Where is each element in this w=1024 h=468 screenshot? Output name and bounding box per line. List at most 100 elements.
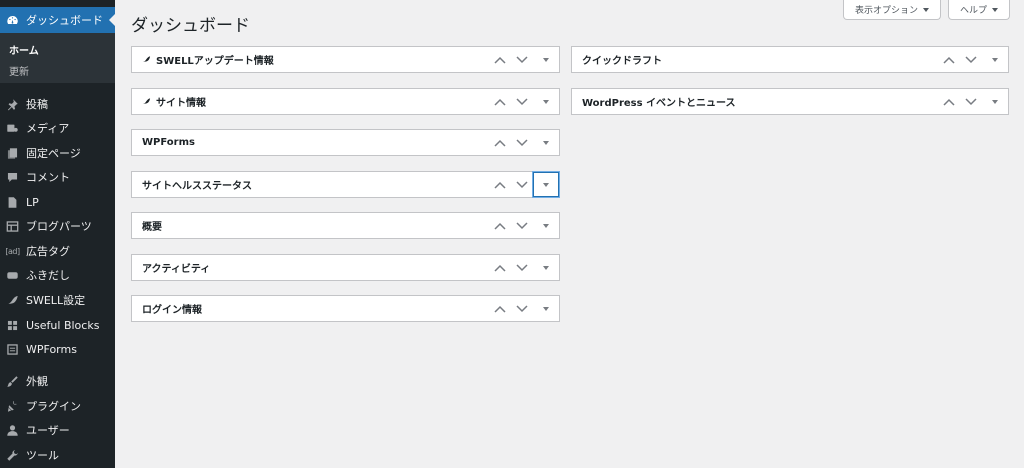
move-up-icon[interactable] <box>938 89 960 114</box>
menu-swell-settings[interactable]: SWELL設定 <box>0 289 115 311</box>
menu-tools-label: ツール <box>26 449 59 462</box>
menu-users-label: ユーザー <box>26 424 70 437</box>
menu-pages[interactable]: 固定ページ <box>0 142 115 164</box>
move-up-icon[interactable] <box>938 47 960 72</box>
toggle-panel-button[interactable] <box>533 296 559 321</box>
move-up-icon[interactable] <box>489 213 511 238</box>
menu-lp[interactable]: LP <box>0 191 115 213</box>
table-icon <box>6 220 19 233</box>
widget-controls <box>489 213 559 238</box>
move-down-icon[interactable] <box>960 89 982 114</box>
help-label: ヘルプ <box>959 6 987 16</box>
caret-down-icon <box>992 7 998 12</box>
toggle-panel-button[interactable] <box>533 255 559 280</box>
screen-options-label: 表示オプション <box>854 6 918 16</box>
widget-overview: 概要 <box>131 212 560 239</box>
brush-icon <box>6 375 19 388</box>
triangle-down-icon <box>992 57 998 62</box>
menu-useful-blocks[interactable]: Useful Blocks <box>0 314 115 336</box>
move-up-icon[interactable] <box>489 130 511 155</box>
menu-ad-tag-label: 広告タグ <box>26 245 70 258</box>
speech-icon <box>6 269 19 282</box>
move-down-icon[interactable] <box>511 296 533 321</box>
menu-useful-blocks-label: Useful Blocks <box>26 318 100 332</box>
menu-blog-parts-label: ブログパーツ <box>26 220 92 233</box>
widget-title: アクティビティ <box>142 264 211 275</box>
comment-icon <box>6 171 19 184</box>
submenu-update[interactable]: 更新 <box>9 63 29 78</box>
menu-pages-label: 固定ページ <box>26 147 81 160</box>
menu-dashboard-label: ダッシュボード <box>26 14 103 27</box>
move-down-icon[interactable] <box>511 172 533 197</box>
widget-title: サイトヘルスステータス <box>142 181 252 192</box>
menu-ad-tag[interactable]: [ad] 広告タグ <box>0 240 115 262</box>
plugin-icon <box>6 400 19 413</box>
move-down-icon[interactable] <box>511 47 533 72</box>
menu-wpforms-label: WPForms <box>26 342 77 356</box>
widget-title: WPForms <box>142 137 195 148</box>
widget-controls <box>489 130 559 155</box>
move-up-icon[interactable] <box>489 47 511 72</box>
menu-appearance-label: 外観 <box>26 375 48 388</box>
triangle-down-icon <box>543 99 549 104</box>
submenu-home[interactable]: ホーム <box>9 42 39 57</box>
move-up-icon[interactable] <box>489 172 511 197</box>
help-button[interactable]: ヘルプ <box>948 0 1010 20</box>
move-up-icon[interactable] <box>489 255 511 280</box>
menu-media-label: メディア <box>26 122 70 135</box>
widget-activity: アクティビティ <box>131 254 560 281</box>
toggle-panel-button[interactable] <box>533 130 559 155</box>
toggle-panel-button[interactable] <box>533 213 559 238</box>
widget-title: サイト情報 <box>142 94 206 109</box>
menu-comments[interactable]: コメント <box>0 166 115 188</box>
widget-quick-draft: クイックドラフト <box>571 46 1009 73</box>
move-down-icon[interactable] <box>511 255 533 280</box>
widget-controls <box>489 47 559 72</box>
move-down-icon[interactable] <box>960 47 982 72</box>
document-icon <box>6 196 19 209</box>
menu-dashboard[interactable]: ダッシュボード <box>0 7 115 33</box>
screen-options-button[interactable]: 表示オプション <box>843 0 941 20</box>
swell-icon <box>142 56 151 62</box>
media-icon <box>6 122 19 135</box>
blocks-icon <box>6 319 19 332</box>
menu-users[interactable]: ユーザー <box>0 419 115 441</box>
widget-site-health: サイトヘルスステータス <box>131 171 560 198</box>
widget-title: WordPress イベントとニュース <box>582 98 736 109</box>
widget-controls <box>938 89 1008 114</box>
menu-lp-label: LP <box>26 195 39 209</box>
triangle-down-icon <box>543 140 549 145</box>
triangle-down-icon <box>543 223 549 228</box>
move-down-icon[interactable] <box>511 213 533 238</box>
widget-controls <box>489 172 559 197</box>
menu-media[interactable]: メディア <box>0 117 115 139</box>
toggle-panel-button[interactable] <box>533 172 559 197</box>
widget-site-info: サイト情報 <box>131 88 560 115</box>
move-down-icon[interactable] <box>511 89 533 114</box>
menu-plugins-label: プラグイン <box>26 400 81 413</box>
move-up-icon[interactable] <box>489 89 511 114</box>
widget-title: クイックドラフト <box>582 56 662 67</box>
menu-tools[interactable]: ツール <box>0 444 115 466</box>
widget-swell-update: SWELLアップデート情報 <box>131 46 560 73</box>
toggle-panel-button[interactable] <box>982 89 1008 114</box>
menu-swell-settings-label: SWELL設定 <box>26 294 86 307</box>
admin-sidebar: ダッシュボード ホーム 更新 投稿 メディア 固定ページ コメント LP ブログ… <box>0 0 115 468</box>
move-up-icon[interactable] <box>489 296 511 321</box>
toggle-panel-button[interactable] <box>533 47 559 72</box>
menu-speech-bubble[interactable]: ふきだし <box>0 264 115 286</box>
menu-plugins[interactable]: プラグイン <box>0 395 115 417</box>
move-down-icon[interactable] <box>511 130 533 155</box>
page-icon <box>6 147 19 160</box>
widget-controls <box>489 255 559 280</box>
triangle-down-icon <box>992 99 998 104</box>
menu-posts[interactable]: 投稿 <box>0 93 115 115</box>
user-icon <box>6 424 19 437</box>
toggle-panel-button[interactable] <box>982 47 1008 72</box>
widget-title: ログイン情報 <box>142 305 202 316</box>
toggle-panel-button[interactable] <box>533 89 559 114</box>
menu-appearance[interactable]: 外観 <box>0 370 115 392</box>
swell-icon <box>142 98 151 104</box>
menu-wpforms[interactable]: WPForms <box>0 338 115 360</box>
menu-blog-parts[interactable]: ブログパーツ <box>0 215 115 237</box>
